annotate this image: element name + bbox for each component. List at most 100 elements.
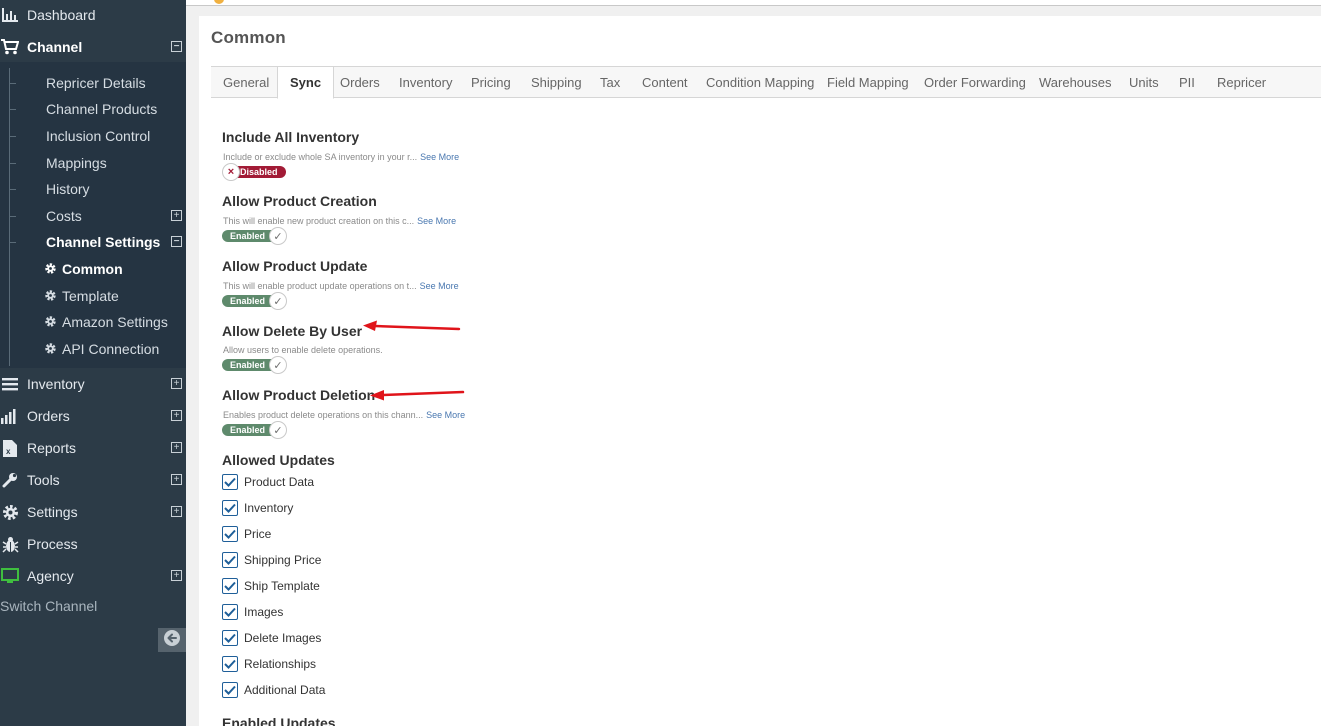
sub-history[interactable]: History: [0, 176, 186, 202]
nav-tools[interactable]: Tools +: [0, 466, 186, 494]
expand-icon[interactable]: +: [171, 410, 182, 421]
desc-text: Include or exclude whole SA inventory in…: [223, 152, 418, 162]
nav-orders[interactable]: Orders +: [0, 402, 186, 430]
gear-icon: [1, 503, 19, 521]
expand-icon[interactable]: +: [171, 506, 182, 517]
sub-channel-products[interactable]: Channel Products: [0, 96, 186, 122]
checkbox-images[interactable]: Images: [222, 603, 283, 621]
see-more-link[interactable]: See More: [417, 216, 456, 226]
allow-product-deletion-toggle[interactable]: Enabled ✓: [222, 421, 288, 439]
checkbox-product-data[interactable]: Product Data: [222, 473, 314, 491]
sub-label: Channel Settings: [46, 234, 161, 250]
expand-icon[interactable]: +: [171, 474, 182, 485]
nav-inventory[interactable]: Inventory +: [0, 370, 186, 398]
tab-bar: General Sync Orders Inventory Pricing Sh…: [211, 66, 1321, 99]
tree-tick: [10, 109, 16, 110]
expand-icon[interactable]: +: [171, 442, 182, 453]
see-more-link[interactable]: See More: [426, 410, 465, 420]
expand-icon[interactable]: +: [171, 378, 182, 389]
checkbox-label: Price: [244, 527, 272, 541]
nav-label: Tools: [27, 472, 60, 488]
tab-order-forwarding[interactable]: Order Forwarding: [924, 66, 1026, 98]
nav-settings[interactable]: Settings +: [0, 498, 186, 526]
sub-api-connection[interactable]: API Connection: [0, 336, 186, 362]
see-more-link[interactable]: See More: [420, 281, 459, 291]
collapse-sidebar-button[interactable]: [158, 628, 186, 652]
cart-icon: [1, 38, 19, 56]
check-icon: [222, 500, 238, 516]
sub-label: Amazon Settings: [62, 314, 168, 330]
dashboard-icon: [1, 6, 19, 24]
sub-costs[interactable]: Costs +: [0, 203, 186, 229]
allow-product-update-toggle[interactable]: Enabled ✓: [222, 292, 288, 310]
collapse-channel-icon[interactable]: −: [171, 41, 182, 52]
annotation-arrow: [370, 390, 465, 401]
nav-label: Settings: [27, 504, 78, 520]
allow-product-creation-toggle[interactable]: Enabled ✓: [222, 227, 288, 245]
tab-shipping[interactable]: Shipping: [531, 66, 582, 98]
tab-units[interactable]: Units: [1129, 66, 1159, 98]
setting-desc: Enables product delete operations on thi…: [223, 410, 465, 420]
sub-channel-settings[interactable]: Channel Settings −: [0, 229, 186, 255]
sub-label: Repricer Details: [46, 75, 146, 91]
checkbox-inventory[interactable]: Inventory: [222, 499, 293, 517]
sub-inclusion-control[interactable]: Inclusion Control: [0, 123, 186, 149]
checkbox-label: Product Data: [244, 475, 315, 489]
sub-mappings[interactable]: Mappings: [0, 150, 186, 176]
check-icon: [222, 630, 238, 646]
expand-icon[interactable]: +: [171, 570, 182, 581]
tab-sync[interactable]: Sync: [277, 66, 335, 99]
checkbox-price[interactable]: Price: [222, 525, 271, 543]
setting-desc: This will enable new product creation on…: [223, 216, 456, 226]
tab-condition-mapping[interactable]: Condition Mapping: [706, 66, 814, 98]
tab-content[interactable]: Content: [642, 66, 688, 98]
nav-channel[interactable]: Channel −: [0, 33, 186, 61]
tab-general[interactable]: General: [223, 66, 269, 98]
sub-label: API Connection: [62, 341, 160, 357]
sub-label: Mappings: [46, 155, 107, 171]
nav-dashboard[interactable]: Dashboard: [0, 1, 186, 29]
switch-channel-link[interactable]: Switch Channel: [0, 598, 97, 614]
sub-amazon-settings[interactable]: Amazon Settings: [0, 309, 186, 335]
checkbox-shipping-price[interactable]: Shipping Price: [222, 551, 321, 569]
sub-label: Common: [62, 261, 123, 277]
see-more-link[interactable]: See More: [420, 152, 459, 162]
checkbox-ship-template[interactable]: Ship Template: [222, 577, 320, 595]
setting-title: Include All Inventory: [222, 129, 360, 145]
expand-costs-icon[interactable]: +: [171, 210, 182, 221]
sub-template[interactable]: Template: [0, 283, 186, 309]
include-all-inventory-toggle[interactable]: Disabled ×: [222, 163, 288, 181]
tab-field-mapping[interactable]: Field Mapping: [827, 66, 909, 98]
allowed-updates-title: Allowed Updates: [222, 452, 335, 468]
bar-chart-icon: [1, 407, 19, 425]
checkbox-label: Additional Data: [244, 683, 326, 697]
tab-inventory[interactable]: Inventory: [399, 66, 452, 98]
checkbox-delete-images[interactable]: Delete Images: [222, 629, 321, 647]
check-icon: ✓: [269, 421, 287, 439]
checkbox-additional-data[interactable]: Additional Data: [222, 681, 325, 699]
tab-warehouses[interactable]: Warehouses: [1039, 66, 1112, 98]
checkbox-label: Relationships: [244, 657, 317, 671]
check-icon: [222, 552, 238, 568]
allow-delete-by-user-toggle[interactable]: Enabled ✓: [222, 356, 288, 374]
sub-common[interactable]: Common: [0, 256, 186, 282]
nav-label: Reports: [27, 440, 77, 456]
nav-process[interactable]: Process: [0, 530, 186, 558]
gear-icon: [44, 342, 57, 358]
gear-icon: [44, 289, 57, 305]
collapse-settings-icon[interactable]: −: [171, 236, 182, 247]
desc-text: This will enable new product creation on…: [223, 216, 415, 226]
nav-agency[interactable]: Agency +: [0, 562, 186, 590]
tab-pii[interactable]: PII: [1179, 66, 1195, 98]
nav-reports[interactable]: x Reports +: [0, 434, 186, 462]
tab-pricing[interactable]: Pricing: [471, 66, 511, 98]
sub-repricer-details[interactable]: Repricer Details: [0, 70, 186, 96]
desc-text: Enables product delete operations on thi…: [223, 410, 424, 420]
bug-icon: [1, 535, 19, 553]
checkbox-relationships[interactable]: Relationships: [222, 655, 316, 673]
sub-label: Channel Products: [46, 101, 158, 117]
tab-orders[interactable]: Orders: [340, 66, 380, 98]
checkbox-label: Ship Template: [244, 579, 320, 593]
tab-repricer[interactable]: Repricer: [1217, 66, 1266, 98]
tab-tax[interactable]: Tax: [600, 66, 620, 98]
